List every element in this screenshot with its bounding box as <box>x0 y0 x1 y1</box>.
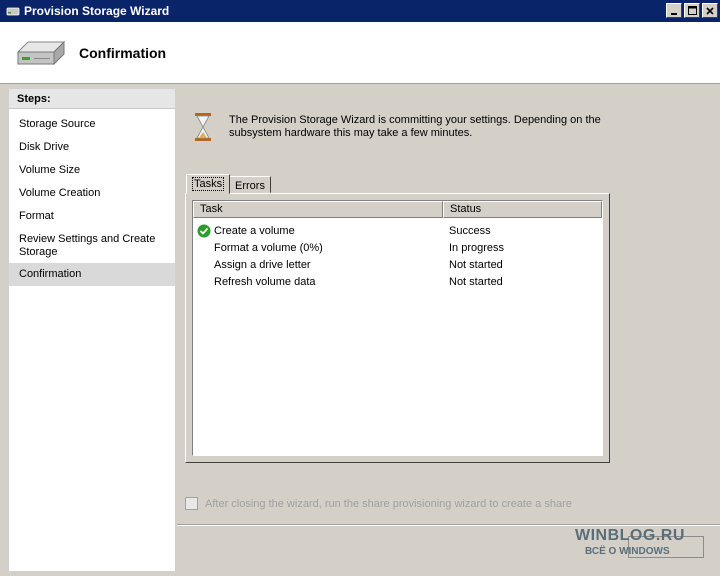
step-format[interactable]: Format <box>9 210 175 223</box>
table-row[interactable]: Format a volume (0%) In progress <box>193 239 602 256</box>
task-status: In progress <box>449 241 505 254</box>
title-bar[interactable]: Provision Storage Wizard <box>0 0 720 22</box>
window-title: Provision Storage Wizard <box>24 4 170 18</box>
tasks-panel: Task Status Create a volume Success Form… <box>185 193 610 463</box>
steps-heading: Steps: <box>9 89 175 109</box>
minimize-icon <box>671 12 677 15</box>
task-status: Success <box>449 224 491 237</box>
site-watermark: WINBLOG.RU ВСЁ О WINDOWS <box>571 525 711 565</box>
task-name: Refresh volume data <box>214 275 316 288</box>
tab-tasks[interactable]: Tasks <box>186 174 231 194</box>
task-cell: Refresh volume data <box>193 276 443 288</box>
step-storage-source[interactable]: Storage Source <box>9 118 175 131</box>
main-panel: The Provision Storage Wizard is committi… <box>177 88 720 524</box>
maximize-button[interactable] <box>684 3 700 18</box>
step-confirmation[interactable]: Confirmation <box>9 263 175 286</box>
task-list[interactable]: Task Status Create a volume Success Form… <box>192 200 603 456</box>
task-cell: Assign a drive letter <box>193 259 443 271</box>
list-header: Task Status <box>193 201 602 218</box>
steps-sidebar: Steps: Storage Source Disk Drive Volume … <box>8 88 176 572</box>
hourglass-icon <box>195 113 211 141</box>
page-title: Confirmation <box>79 45 167 61</box>
task-status: Not started <box>449 258 503 271</box>
step-disk-drive[interactable]: Disk Drive <box>9 141 175 154</box>
info-message: The Provision Storage Wizard is committi… <box>229 114 601 139</box>
table-row[interactable]: Assign a drive letter Not started <box>193 256 602 273</box>
share-wizard-option[interactable]: After closing the wizard, run the share … <box>185 497 572 510</box>
tab-tasks-label: Tasks <box>192 177 225 191</box>
task-name: Create a volume <box>214 224 295 237</box>
wizard-header: Confirmation <box>0 22 720 84</box>
task-status: Not started <box>449 275 503 288</box>
close-icon <box>706 6 714 15</box>
watermark-line2: ВСЁ О WINDOWS <box>585 546 670 557</box>
window-controls <box>666 3 718 18</box>
share-wizard-checkbox[interactable] <box>185 497 198 510</box>
column-header-task[interactable]: Task <box>193 201 443 218</box>
task-name: Assign a drive letter <box>214 258 311 271</box>
task-name: Format a volume (0%) <box>214 241 323 254</box>
task-cell: Create a volume <box>193 224 443 238</box>
step-volume-creation[interactable]: Volume Creation <box>9 187 175 200</box>
tab-errors[interactable]: Errors <box>229 176 271 193</box>
task-cell: Format a volume (0%) <box>193 242 443 254</box>
maximize-icon <box>687 6 697 15</box>
check-icon <box>197 224 211 237</box>
table-row[interactable]: Create a volume Success <box>193 222 602 239</box>
table-row[interactable]: Refresh volume data Not started <box>193 273 602 290</box>
minimize-button[interactable] <box>666 3 682 18</box>
step-volume-size[interactable]: Volume Size <box>9 164 175 177</box>
close-window-button[interactable] <box>702 3 718 18</box>
share-wizard-label: After closing the wizard, run the share … <box>205 497 572 510</box>
wizard-app-icon <box>6 7 20 16</box>
watermark-line1: WINBLOG.RU <box>575 527 685 544</box>
step-review-settings[interactable]: Review Settings and Create Storage <box>9 233 175 259</box>
column-header-status[interactable]: Status <box>443 201 602 218</box>
storage-drive-icon <box>16 40 66 66</box>
